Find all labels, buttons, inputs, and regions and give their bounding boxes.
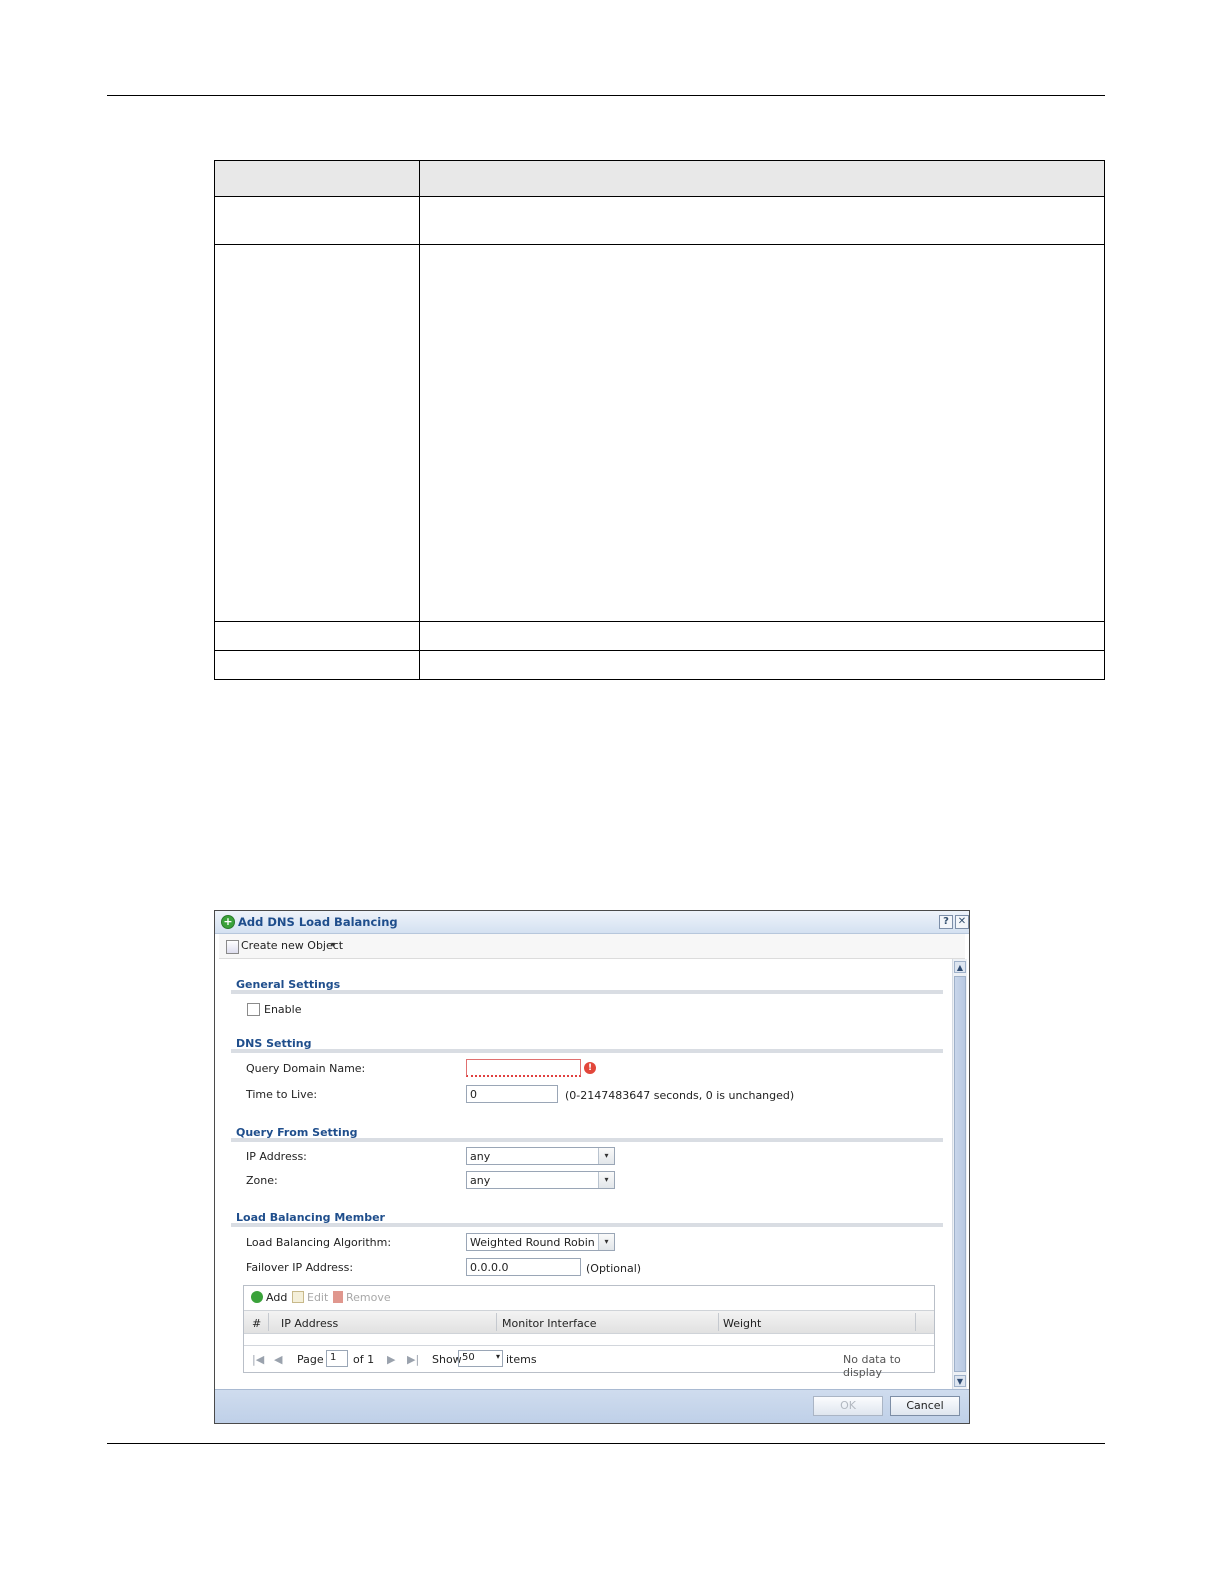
- trash-icon: [333, 1291, 343, 1303]
- header-rule: [107, 95, 1105, 96]
- scroll-down-icon[interactable]: ▼: [954, 1375, 966, 1387]
- column-header-ip-address[interactable]: IP Address: [281, 1317, 338, 1330]
- table-header-row: [214, 160, 1105, 197]
- time-to-live-input[interactable]: 0: [466, 1085, 558, 1103]
- ip-address-value: any: [470, 1150, 491, 1163]
- chevron-down-icon[interactable]: ▾: [598, 1234, 614, 1250]
- last-page-icon[interactable]: ▶|: [407, 1353, 419, 1366]
- error-icon: !: [584, 1062, 596, 1074]
- column-header-index[interactable]: #: [252, 1317, 261, 1330]
- page-size-value: 50: [462, 1352, 475, 1363]
- page-label: Page: [297, 1353, 324, 1366]
- zone-select[interactable]: any ▾: [466, 1171, 615, 1189]
- section-divider: [231, 990, 943, 994]
- query-domain-name-label: Query Domain Name:: [246, 1062, 366, 1075]
- chevron-down-icon[interactable]: ▾: [331, 940, 335, 949]
- create-new-object-menu[interactable]: Create new Object: [241, 939, 343, 952]
- load-balancing-algorithm-label: Load Balancing Algorithm:: [246, 1236, 392, 1249]
- footer-rule: [107, 1443, 1105, 1444]
- dialog-title: Add DNS Load Balancing: [238, 915, 398, 929]
- enable-checkbox[interactable]: [247, 1003, 260, 1016]
- enable-label: Enable: [264, 1003, 302, 1016]
- page-size-select[interactable]: 50 ▾: [458, 1350, 503, 1367]
- table-row: [214, 196, 1105, 245]
- chevron-down-icon[interactable]: ▾: [496, 1352, 500, 1361]
- load-balancing-algorithm-select[interactable]: Weighted Round Robin ▾: [466, 1233, 615, 1251]
- grid-header: # IP Address Monitor Interface Weight: [244, 1310, 934, 1334]
- chevron-down-icon[interactable]: ▾: [598, 1148, 614, 1164]
- scroll-thumb[interactable]: [954, 976, 966, 1372]
- column-header-monitor-interface[interactable]: Monitor Interface: [502, 1317, 597, 1330]
- column-divider: [496, 1313, 497, 1331]
- column-divider: [268, 1313, 269, 1331]
- ok-button[interactable]: OK: [813, 1396, 883, 1416]
- close-button[interactable]: ✕: [955, 915, 969, 929]
- page-number-input[interactable]: 1: [326, 1350, 348, 1367]
- time-to-live-label: Time to Live:: [246, 1088, 318, 1101]
- zone-value: any: [470, 1174, 491, 1187]
- table-row: [214, 621, 1105, 651]
- add-icon: [251, 1291, 263, 1303]
- column-header-weight[interactable]: Weight: [723, 1317, 761, 1330]
- chevron-down-icon[interactable]: ▾: [598, 1172, 614, 1188]
- section-divider: [231, 1049, 943, 1053]
- load-balancing-algorithm-value: Weighted Round Robin: [470, 1236, 595, 1249]
- add-button[interactable]: Add: [251, 1291, 287, 1304]
- edit-icon: [292, 1291, 304, 1303]
- add-icon: +: [221, 915, 235, 929]
- grid-toolbar: Add Edit Remove: [244, 1286, 934, 1310]
- first-page-icon[interactable]: |◀: [252, 1353, 264, 1366]
- object-icon: [226, 940, 239, 954]
- section-divider: [231, 1223, 943, 1227]
- grid-pager: |◀ ◀ Page 1 of 1 ▶ ▶| Show 50 ▾ items No…: [244, 1345, 934, 1379]
- items-label: items: [506, 1353, 537, 1366]
- add-label: Add: [266, 1291, 288, 1304]
- scroll-up-icon[interactable]: ▲: [954, 961, 966, 973]
- next-page-icon[interactable]: ▶: [387, 1353, 395, 1366]
- dialog-menubar: Create new Object ▾: [219, 934, 965, 959]
- remove-label: Remove: [346, 1291, 391, 1304]
- prev-page-icon[interactable]: ◀: [274, 1353, 282, 1366]
- table-row: [214, 650, 1105, 680]
- remove-button[interactable]: Remove: [333, 1291, 391, 1304]
- ip-address-select[interactable]: any ▾: [466, 1147, 615, 1165]
- grid-status: No data to display: [843, 1353, 901, 1379]
- ttl-hint: (0-2147483647 seconds, 0 is unchanged): [565, 1089, 795, 1102]
- members-grid: Add Edit Remove # IP Address Monitor Int…: [243, 1285, 935, 1379]
- failover-ip-address-label: Failover IP Address:: [246, 1261, 354, 1274]
- column-divider: [718, 1313, 719, 1331]
- dialog-titlebar: + Add DNS Load Balancing ? ✕: [215, 911, 969, 934]
- help-button[interactable]: ?: [939, 915, 953, 929]
- table-row: [214, 244, 1105, 622]
- zone-label: Zone:: [246, 1174, 278, 1187]
- dialog-content: General Settings Enable DNS Setting Quer…: [219, 959, 951, 1389]
- dialog-scrollbar[interactable]: ▲ ▼: [952, 959, 967, 1391]
- ip-address-label: IP Address:: [246, 1150, 307, 1163]
- cancel-button[interactable]: Cancel: [890, 1396, 960, 1416]
- column-divider: [915, 1313, 916, 1331]
- add-dns-load-balancing-dialog: + Add DNS Load Balancing ? ✕ Create new …: [214, 910, 970, 1424]
- page-count-label: of 1: [353, 1353, 375, 1366]
- query-domain-name-input[interactable]: [466, 1059, 581, 1077]
- failover-hint: (Optional): [586, 1262, 642, 1275]
- failover-ip-address-input[interactable]: 0.0.0.0: [466, 1258, 581, 1276]
- section-divider: [231, 1138, 943, 1142]
- edit-button[interactable]: Edit: [292, 1291, 328, 1304]
- description-table: [214, 160, 1105, 680]
- edit-label: Edit: [307, 1291, 329, 1304]
- dialog-footer: OK Cancel: [215, 1389, 969, 1423]
